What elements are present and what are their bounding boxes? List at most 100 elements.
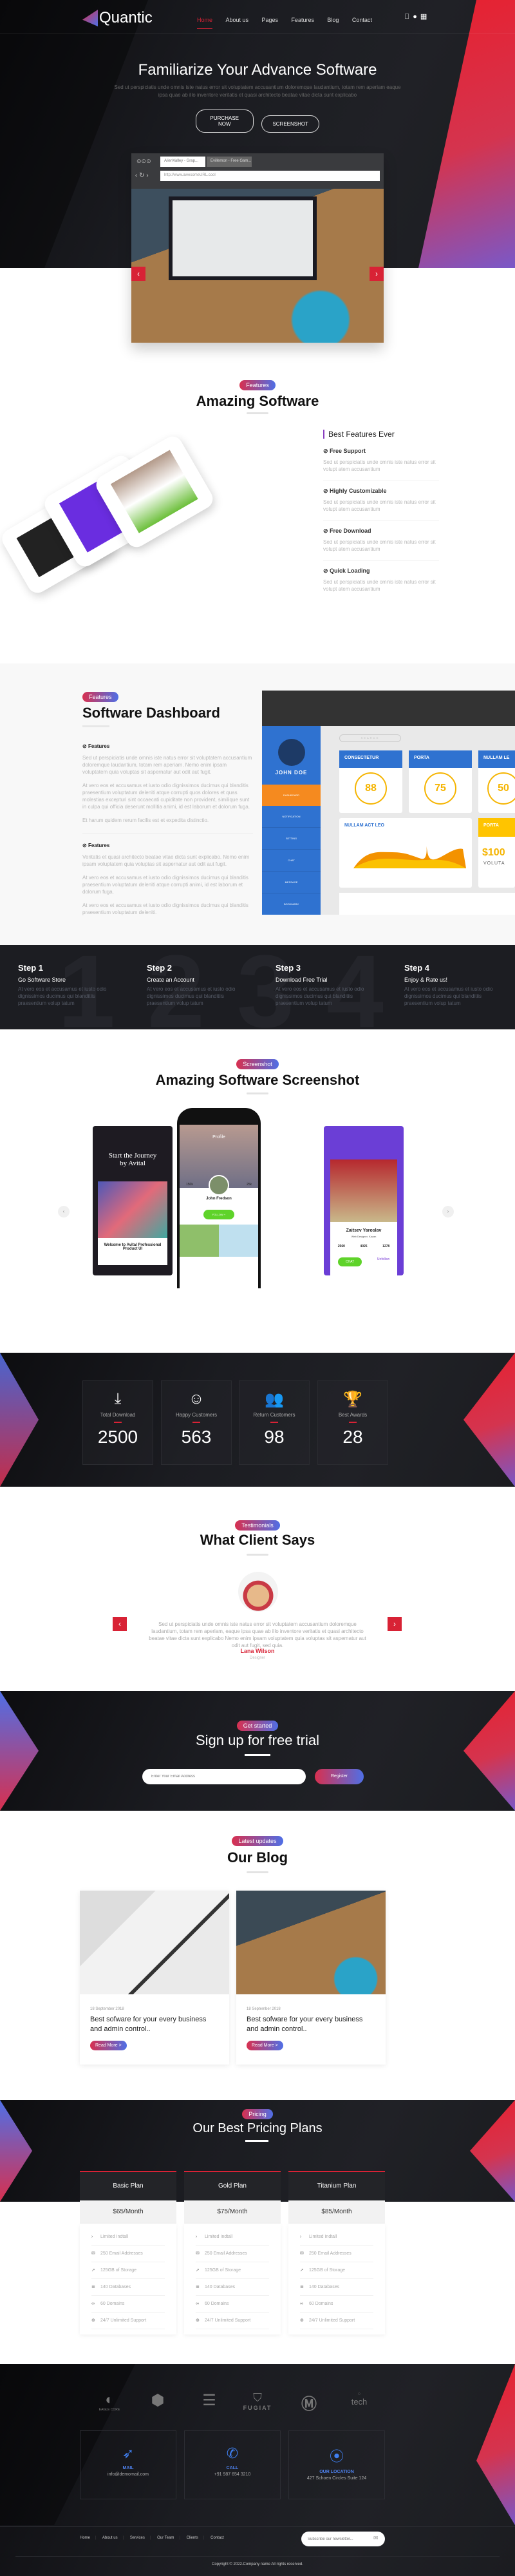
hero-next-arrow[interactable]: › [370, 267, 384, 281]
testimonials-section: Testimonials What Client Says ‹ › Sed ut… [0, 1507, 515, 1675]
area-chart-graphic [353, 845, 466, 868]
feature-item: ⊘ Free Support Sed ut perspiciatis unde o… [323, 448, 439, 481]
partner-logo-s[interactable]: ☰ [187, 2391, 232, 2410]
windows-icon[interactable]: ▦ [420, 13, 430, 21]
pricing-feature: › Limited Indtall [196, 2229, 269, 2246]
best-features-title: Best Features Ever [323, 430, 439, 439]
rocket-icon: ➚ [196, 2268, 200, 2273]
database-icon: ≣ [91, 2285, 95, 2289]
testimonial-prev-arrow[interactable]: ‹ [113, 1617, 127, 1631]
step-item: Step 1 Go Software Store At vero eos et ac… [18, 963, 107, 1006]
pricing-feature: ✉ 250 Email Addresses [196, 2246, 269, 2262]
blog-title: Our Blog [227, 1849, 288, 1865]
lifebuoy-icon: ⊕ [300, 2318, 304, 2323]
testimonial-next-arrow[interactable]: › [388, 1617, 402, 1631]
envelope-icon: ✉ [91, 2251, 95, 2256]
pricing-feature: › Limited Indtall [300, 2229, 373, 2246]
pricing-feature: ✉ 250 Email Addresses [300, 2246, 373, 2262]
signup-title: Sign up for free trial [196, 1732, 319, 1748]
blog-image [80, 1891, 229, 1994]
browser-tab[interactable]: Evillemon - Free Gam... [207, 157, 252, 167]
pricing-feature: ∞ 60 Domains [91, 2296, 165, 2313]
pricing-feature: ⊕ 24/7 Unlimited Support [91, 2313, 165, 2329]
footer-link[interactable]: Services [130, 2536, 145, 2540]
blog-badge: Latest updates [232, 1836, 283, 1846]
hero-text: Sed ut perspiciatis unde omnis iste natu… [114, 84, 401, 98]
hero-prev-arrow[interactable]: ‹ [131, 267, 145, 281]
register-button[interactable]: Register [315, 1769, 364, 1784]
step-item: Step 3 Download Free Trial At vero eos et … [276, 963, 364, 1006]
pricing-feature: ✉ 250 Email Addresses [91, 2246, 165, 2262]
partner-logo-globe[interactable]: ⬢ [135, 2391, 180, 2410]
pricing-feature: ➚ 125GB of Storage [300, 2262, 373, 2279]
side-label: VOLUTA [483, 861, 505, 866]
nav-about[interactable]: About us [225, 17, 248, 23]
pricing-card: Titanium Plan $85/Month › Limited Indtall ✉ 2… [288, 2171, 385, 2334]
pricing-feature: ➚ 125GB of Storage [91, 2262, 165, 2279]
pricing-feature: ∞ 60 Domains [300, 2296, 373, 2313]
footer-link[interactable]: Our Team [157, 2536, 174, 2540]
chevron-right-icon: › [300, 2235, 302, 2239]
screenshot-section: Screenshot Amazing Software Screenshot S… [0, 1044, 515, 1301]
stat-card: ☺ Happy Customers 563 [161, 1380, 232, 1465]
logo[interactable]: Quantic [82, 9, 153, 27]
link-icon: ∞ [300, 2302, 303, 2306]
footer-link[interactable]: Contact [211, 2536, 224, 2540]
dash-feature-heading: ⊘ Features [82, 743, 110, 749]
footer-link[interactable]: Clients [187, 2536, 198, 2540]
newsletter-input[interactable] [301, 2532, 385, 2546]
screenshot-slide: Zaitsev Yaroslav Web Designer, Kazan 256… [324, 1126, 404, 1275]
copyright: Copyright © 2022.Company name All rights… [212, 2562, 303, 2566]
browser-tab[interactable]: AlienValley - Grap... [160, 157, 205, 167]
footer-link[interactable]: About us [102, 2536, 118, 2540]
browser-url[interactable]: http://www.awesomeURL.cool [160, 171, 380, 181]
pricing-feature: › Limited Indtall [91, 2229, 165, 2246]
envelope-icon[interactable]: ✉ [373, 2535, 379, 2542]
footer-link[interactable]: Home [80, 2536, 90, 2540]
nav-features[interactable]: Features [291, 17, 314, 23]
partner-logo-tech[interactable]: ⁘ tech [337, 2391, 382, 2407]
email-input[interactable] [142, 1769, 306, 1784]
contact-card-location: ⦿ OUR LOCATION 427 Schoen Circles Suite 12… [288, 2430, 385, 2499]
plan-name: Titanium Plan [288, 2171, 385, 2200]
nav-pages[interactable]: Pages [261, 17, 278, 23]
blog-card[interactable]: 18 September 2018 Best sofware for your e… [80, 1891, 229, 2065]
check-circle-icon: ⊘ [82, 743, 88, 749]
screenshot-next-arrow[interactable]: › [442, 1206, 454, 1217]
chevron-right-icon: › [91, 2235, 93, 2239]
features-section: Features Amazing Software Best Features … [0, 374, 515, 667]
android-icon[interactable]: ● [413, 13, 420, 21]
check-circle-icon: ⊘ [323, 488, 330, 494]
nav-contact[interactable]: Contact [352, 17, 372, 23]
feature-item: ⊘ Highly Customizable Sed ut perspiciatis… [323, 488, 439, 521]
partner-logo-eagle-core[interactable]: ◐ EAGLE CORE [87, 2391, 132, 2412]
screenshot-button[interactable]: SCREENSHOT [261, 115, 320, 133]
signup-badge: Get started [236, 1721, 279, 1731]
screenshot-prev-arrow[interactable]: ‹ [58, 1206, 70, 1217]
rocket-icon: ➚ [300, 2268, 304, 2273]
nav-blog[interactable]: Blog [327, 17, 339, 23]
feature-item: ⊘ Quick Loading Sed ut perspiciatis unde … [323, 568, 436, 592]
envelope-icon: ✉ [196, 2251, 200, 2256]
dashboard-section: Features Software Dashboard ⊘ Features S… [0, 663, 515, 945]
check-circle-icon: ⊘ [323, 528, 330, 534]
apple-icon[interactable]:  [404, 13, 413, 21]
stat-card: 🏆 Best Awards 28 [317, 1380, 388, 1465]
client-role: Designer [249, 1656, 265, 1660]
check-circle-icon: ⊘ [323, 568, 330, 574]
client-name: Lana Wilson [240, 1648, 275, 1654]
screenshot-badge: Screenshot [236, 1059, 279, 1069]
read-more-button[interactable]: Read More > [90, 2041, 127, 2050]
partner-logo-fugiat[interactable]: ⛉ FUGIAT [235, 2391, 280, 2411]
pricing-feature: ≣ 140 Databases [300, 2279, 373, 2296]
blog-card[interactable]: 18 September 2018 Best sofware for your e… [236, 1891, 386, 2065]
purchase-now-button[interactable]: PURCHASE NOW [195, 110, 254, 133]
partner-logo-m[interactable]: Ⓜ [286, 2391, 332, 2414]
read-more-button[interactable]: Read More > [247, 2041, 283, 2050]
pricing-feature: ∞ 60 Domains [196, 2296, 269, 2313]
plan-price: $75/Month [184, 2200, 281, 2224]
nav-home[interactable]: Home [197, 17, 213, 29]
stat-card: 👥 Return Customers 98 [239, 1380, 310, 1465]
stat-card: ⤓ Total Download 2500 [82, 1380, 153, 1465]
plan-name: Gold Plan [184, 2171, 281, 2200]
